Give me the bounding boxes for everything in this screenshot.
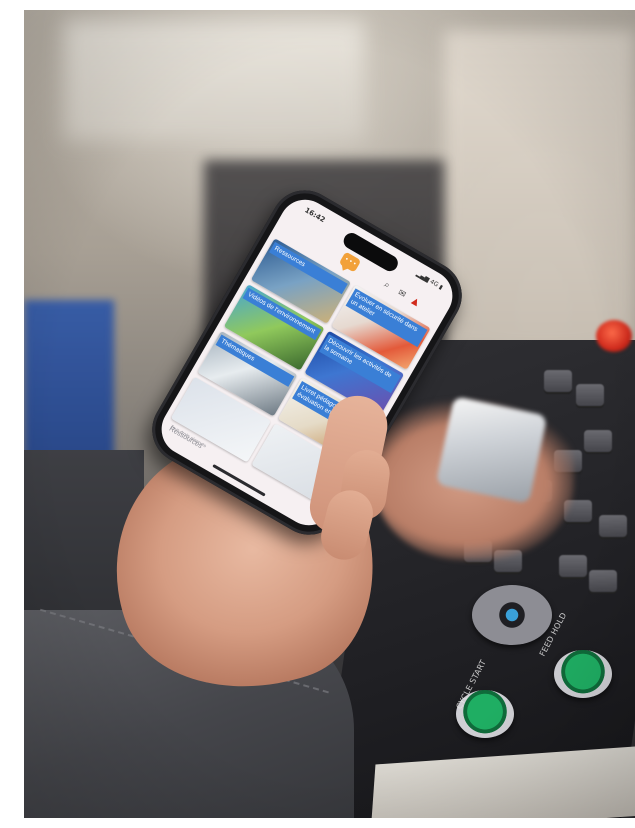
background-wall xyxy=(444,30,635,350)
status-time: 16:42 xyxy=(303,206,327,225)
search-icon[interactable]: ⌕ xyxy=(382,280,391,291)
metal-part xyxy=(435,396,548,504)
mail-icon[interactable]: ✉ xyxy=(396,288,408,300)
emergency-stop-button xyxy=(596,320,632,352)
panel-key xyxy=(576,384,604,406)
panel-key xyxy=(584,430,612,452)
app-logo-icon[interactable]: ••• xyxy=(338,251,362,273)
profile-icon[interactable]: ▲ xyxy=(410,296,421,308)
panel-key xyxy=(589,570,617,592)
status-icons: ▂▄▆ 4G ▮ xyxy=(415,270,445,292)
panel-key xyxy=(559,555,587,577)
green-hold-button xyxy=(554,650,612,698)
panel-key xyxy=(544,370,572,392)
control-dial xyxy=(472,585,552,645)
background-window xyxy=(64,20,364,140)
panel-key xyxy=(599,515,627,537)
photo-frame: CYCLE START FEED HOLD 16:42 ▂▄▆ 4G ▮ •••… xyxy=(24,10,635,818)
